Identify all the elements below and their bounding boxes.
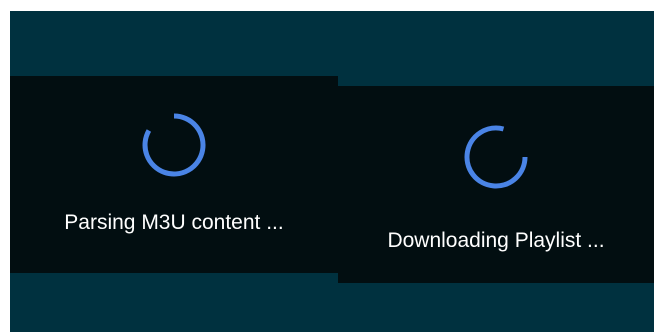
parsing-progress-dialog: Parsing M3U content ... [10,76,338,273]
progress-spinner-icon-graphic [142,113,206,177]
right-screen: Downloading Playlist ... [338,11,654,332]
spinner-arc [142,113,206,177]
download-progress-dialog: Downloading Playlist ... [338,86,654,283]
progress-spinner-icon-graphic [464,125,528,189]
progress-message: Downloading Playlist ... [387,229,605,252]
left-screen: Parsing M3U content ... [10,11,338,332]
progress-spinner-icon [141,112,207,178]
stage: Parsing M3U content ... Downloading Play… [10,11,654,332]
progress-message: Parsing M3U content ... [64,211,284,234]
spinner-arc [464,125,528,189]
progress-spinner-icon [463,124,529,190]
